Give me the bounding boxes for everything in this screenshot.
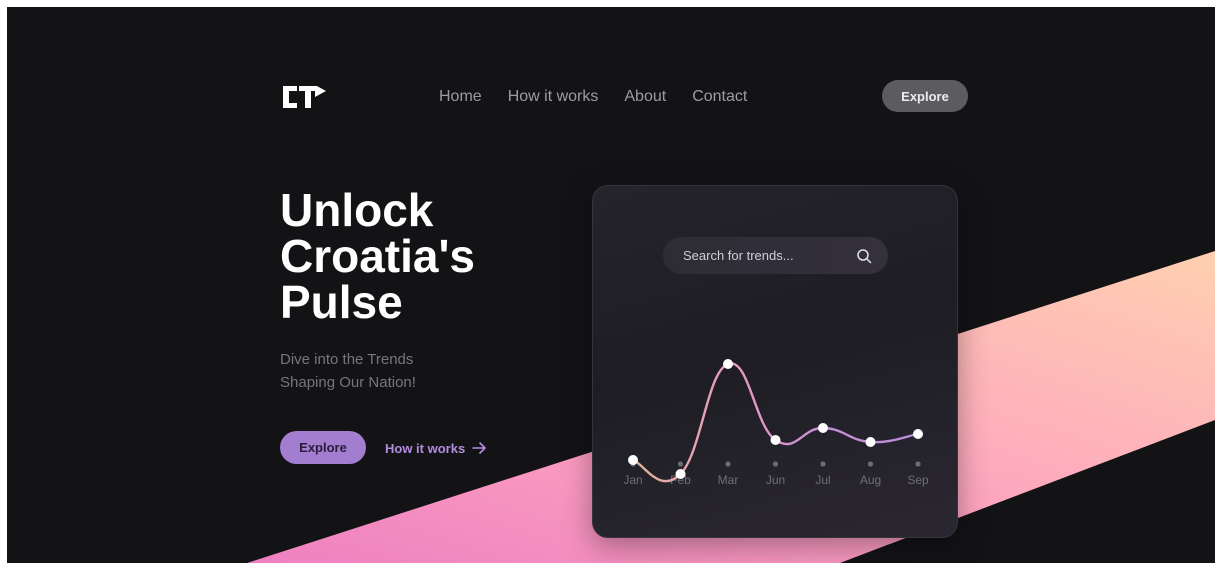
chart-x-label: Jan — [623, 473, 642, 487]
chart-data-point[interactable] — [865, 437, 876, 447]
hero-title-line: Pulse — [280, 276, 403, 328]
nav-link-about[interactable]: About — [624, 88, 666, 106]
chart-base-dot — [725, 461, 731, 467]
chart-x-label: Jun — [766, 473, 785, 487]
how-it-works-link[interactable]: How it works — [385, 438, 487, 458]
hero-title-line: Unlock — [280, 184, 434, 236]
main-nav: Home How it works About Contact — [439, 86, 747, 108]
chart-data-point[interactable] — [818, 423, 828, 433]
chart-x-label: Jul — [815, 473, 830, 487]
how-it-works-label: How it works — [385, 440, 466, 456]
chart-data-point[interactable] — [723, 359, 733, 369]
chart-data-point[interactable] — [628, 455, 638, 465]
arrow-right-icon — [472, 442, 486, 454]
page-frame: Home How it works About Contact Explore … — [7, 7, 1215, 563]
ct-logo-icon[interactable] — [283, 86, 327, 108]
hero-title-line: Croatia's — [280, 230, 476, 282]
hero-title: Unlock Croatia's Pulse — [280, 187, 570, 325]
nav-explore-button[interactable]: Explore — [882, 80, 968, 112]
chart-data-point[interactable] — [770, 435, 781, 445]
chart-data-point[interactable] — [675, 469, 686, 479]
nav-link-how-it-works[interactable]: How it works — [508, 88, 599, 106]
chart-base-dot — [867, 461, 874, 467]
nav-link-contact[interactable]: Contact — [692, 88, 747, 106]
chart-base-dot — [677, 461, 684, 467]
hero-subtitle: Dive into the Trends Shaping Our Nation! — [280, 348, 520, 394]
chart-x-label: Sep — [907, 473, 929, 487]
trends-card: JanFebMarJunJulAugSep — [592, 185, 958, 538]
hero-subtitle-line: Shaping Our Nation! — [280, 374, 416, 391]
nav-link-home[interactable]: Home — [439, 88, 482, 106]
chart-data-point[interactable] — [913, 429, 923, 439]
chart-base-dot — [772, 461, 779, 467]
trends-line-chart: Jan Feb Mar Jun Jul Aug Sep — [623, 334, 929, 487]
chart-x-label: Aug — [860, 473, 881, 487]
chart-base-dot — [915, 461, 921, 467]
hero-explore-button[interactable]: Explore — [280, 431, 366, 464]
hero-subtitle-line: Dive into the Trends — [280, 351, 414, 368]
chart-x-label: Mar — [718, 473, 739, 487]
chart-base-dot — [820, 461, 826, 467]
